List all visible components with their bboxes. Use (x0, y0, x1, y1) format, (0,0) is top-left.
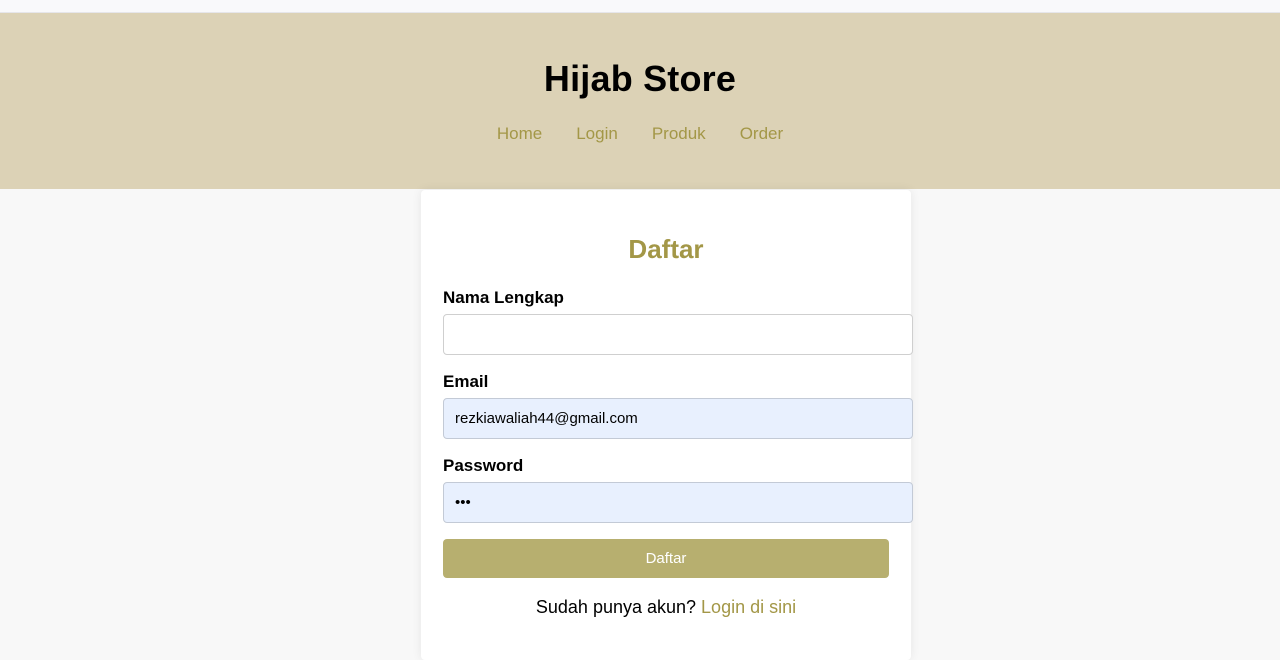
password-input[interactable] (443, 482, 913, 523)
login-prompt-text: Sudah punya akun? (535, 597, 697, 617)
password-label: Password (443, 456, 524, 475)
register-card: Daftar Nama Lengkap Email Password Dafta… (421, 190, 913, 660)
nama-lengkap-input[interactable] (443, 314, 913, 355)
nav-link-order[interactable]: Order (740, 124, 783, 144)
email-input[interactable] (443, 398, 913, 439)
nav-link-home[interactable]: Home (497, 124, 542, 144)
daftar-button[interactable]: Daftar (443, 539, 889, 578)
login-link[interactable]: Login di sini (701, 597, 796, 617)
nama-lengkap-label: Nama Lengkap (443, 288, 564, 307)
email-label: Email (443, 372, 489, 391)
nav-link-produk[interactable]: Produk (652, 124, 706, 144)
browser-top-strip (0, 0, 1280, 13)
login-prompt: Sudah punya akun? Login di sini (421, 597, 911, 618)
site-header: Hijab Store Home Login Produk Order (0, 13, 1280, 189)
site-title: Hijab Store (543, 58, 737, 99)
main-nav: Home Login Produk Order (0, 124, 1280, 144)
form-title: Daftar (628, 234, 704, 264)
nav-link-login[interactable]: Login (576, 124, 618, 144)
